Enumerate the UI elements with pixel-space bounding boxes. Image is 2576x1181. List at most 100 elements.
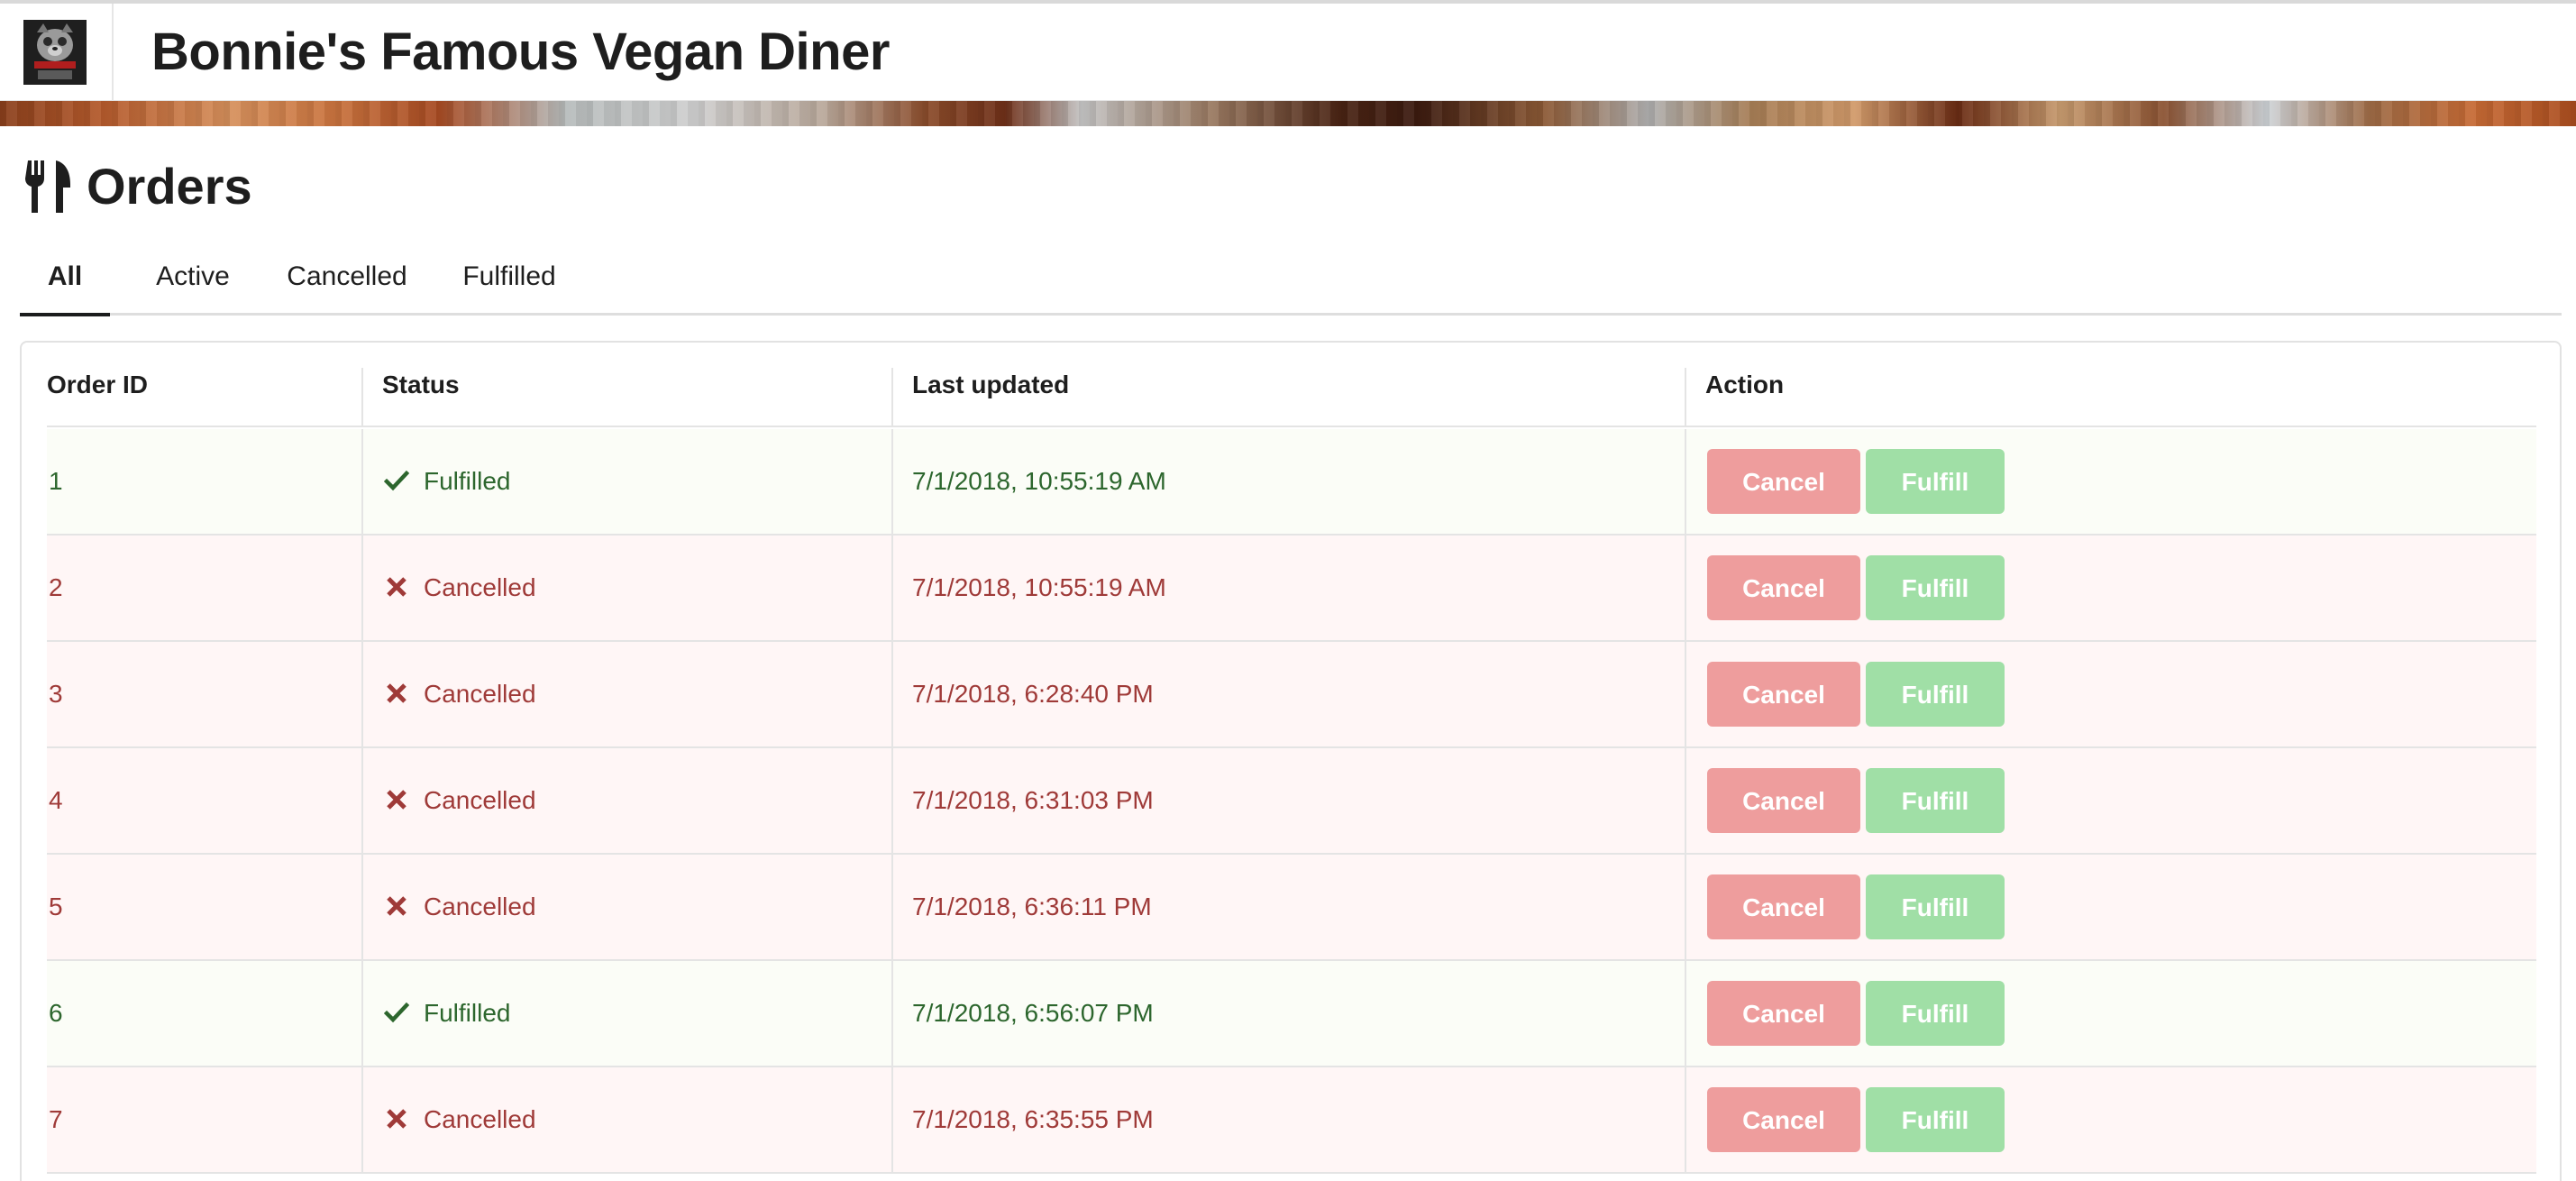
column-header-status[interactable]: Status [382,343,460,427]
tab-all[interactable]: All [20,243,110,316]
status-label: Cancelled [424,573,536,601]
logo-cell[interactable] [0,4,114,101]
cancel-button[interactable]: Cancel [1707,555,1860,620]
fulfill-button[interactable]: Fulfill [1866,981,2005,1046]
cancel-button[interactable]: Cancel [1707,1087,1860,1152]
cancel-button[interactable]: Cancel [1707,449,1860,514]
column-divider [361,536,363,642]
fulfill-button[interactable]: Fulfill [1866,768,2005,833]
diner-logo-icon[interactable] [23,20,87,85]
column-divider [361,961,363,1067]
cancel-button[interactable]: Cancel [1707,768,1860,833]
column-divider [1685,368,1686,427]
status-label: Cancelled [424,893,536,920]
table-row: 5 Cancelled 7/1/2018, 6:36:11 PM Cancel Fulf… [47,855,2536,961]
checkmark-icon [383,965,410,1023]
tab-cancelled[interactable]: Cancelled [261,243,433,316]
column-header-action[interactable]: Action [1705,343,1784,427]
column-divider [1685,429,1686,536]
column-divider [1685,748,1686,855]
status-label: Cancelled [424,1105,536,1133]
last-updated-cell: 7/1/2018, 6:31:03 PM [912,786,1154,814]
column-divider [1685,642,1686,748]
header-banner-image [0,101,2576,126]
order-id-cell: 1 [49,467,63,495]
column-divider [1685,536,1686,642]
fulfill-button[interactable]: Fulfill [1866,449,2005,514]
last-updated-cell: 7/1/2018, 6:56:07 PM [912,999,1154,1027]
status-cell: Cancelled [384,748,536,853]
last-updated-cell: 7/1/2018, 6:28:40 PM [912,680,1154,708]
column-divider [1685,855,1686,961]
status-cell: Cancelled [384,642,536,746]
app-header: Bonnie's Famous Vegan Diner [0,4,2576,101]
column-divider [361,855,363,961]
table-row: 2 Cancelled 7/1/2018, 10:55:19 AM Cancel Ful… [47,536,2536,642]
last-updated-cell: 7/1/2018, 10:55:19 AM [912,573,1166,601]
cancel-button[interactable]: Cancel [1707,662,1860,727]
status-cell: Cancelled [384,536,536,640]
order-id-cell: 4 [49,786,63,814]
column-divider [891,429,893,536]
checkmark-icon [383,433,410,491]
table-row: 1 Fulfilled 7/1/2018, 10:55:19 AM Cancel Ful… [47,429,2536,536]
fulfill-button[interactable]: Fulfill [1866,1087,2005,1152]
column-divider [891,368,893,427]
cross-icon [384,752,409,810]
status-cell: Cancelled [384,855,536,959]
tab-active[interactable]: Active [133,243,252,316]
table-row: 4 Cancelled 7/1/2018, 6:31:03 PM Cancel Fulf… [47,748,2536,855]
page-title: Orders [87,158,252,215]
status-cell: Fulfilled [383,429,511,534]
cancel-button[interactable]: Cancel [1707,981,1860,1046]
fulfill-button[interactable]: Fulfill [1866,874,2005,939]
page-heading: Orders [25,155,252,218]
order-id-cell: 5 [49,893,63,920]
column-divider [891,748,893,855]
status-cell: Fulfilled [383,961,511,1066]
status-label: Cancelled [424,680,536,708]
order-id-cell: 2 [49,573,63,601]
status-label: Fulfilled [424,467,511,495]
table-row: 7 Cancelled 7/1/2018, 6:35:55 PM Cancel Fulf… [47,1067,2536,1174]
column-divider [891,642,893,748]
column-divider [1685,1067,1686,1174]
orders-table: Order ID Status Last updated Action 1 Ful… [20,341,2562,1181]
last-updated-cell: 7/1/2018, 10:55:19 AM [912,467,1166,495]
order-id-cell: 7 [49,1105,63,1133]
cross-icon [384,645,409,703]
column-divider [891,1067,893,1174]
column-header-last-updated[interactable]: Last updated [912,343,1069,427]
table-row: 3 Cancelled 7/1/2018, 6:28:40 PM Cancel Fulf… [47,642,2536,748]
cross-icon [384,858,409,916]
column-divider [891,855,893,961]
column-divider [361,368,363,427]
fulfill-button[interactable]: Fulfill [1866,555,2005,620]
column-divider [361,1067,363,1174]
status-cell: Cancelled [384,1067,536,1172]
cross-icon [384,539,409,597]
column-divider [361,642,363,748]
utensils-icon [25,160,70,213]
table-row: 6 Fulfilled 7/1/2018, 6:56:07 PM Cancel Fulf… [47,961,2536,1067]
cross-icon [384,1071,409,1129]
table-header: Order ID Status Last updated Action [47,343,2536,427]
status-label: Fulfilled [424,999,511,1027]
tab-fulfilled[interactable]: Fulfilled [431,243,588,316]
last-updated-cell: 7/1/2018, 6:35:55 PM [912,1105,1154,1133]
column-divider [1685,961,1686,1067]
column-divider [891,536,893,642]
order-filter-tabs: All Active Cancelled Fulfilled [20,243,2562,316]
cancel-button[interactable]: Cancel [1707,874,1860,939]
app-title: Bonnie's Famous Vegan Diner [151,23,890,81]
app: Bonnie's Famous Vegan Diner Orders All A… [0,0,2576,1181]
fulfill-button[interactable]: Fulfill [1866,662,2005,727]
column-divider [891,961,893,1067]
last-updated-cell: 7/1/2018, 6:36:11 PM [912,893,1152,920]
order-id-cell: 6 [49,999,63,1027]
column-divider [361,748,363,855]
column-header-order-id[interactable]: Order ID [47,343,148,427]
order-id-cell: 3 [49,680,63,708]
column-divider [361,429,363,536]
status-label: Cancelled [424,786,536,814]
